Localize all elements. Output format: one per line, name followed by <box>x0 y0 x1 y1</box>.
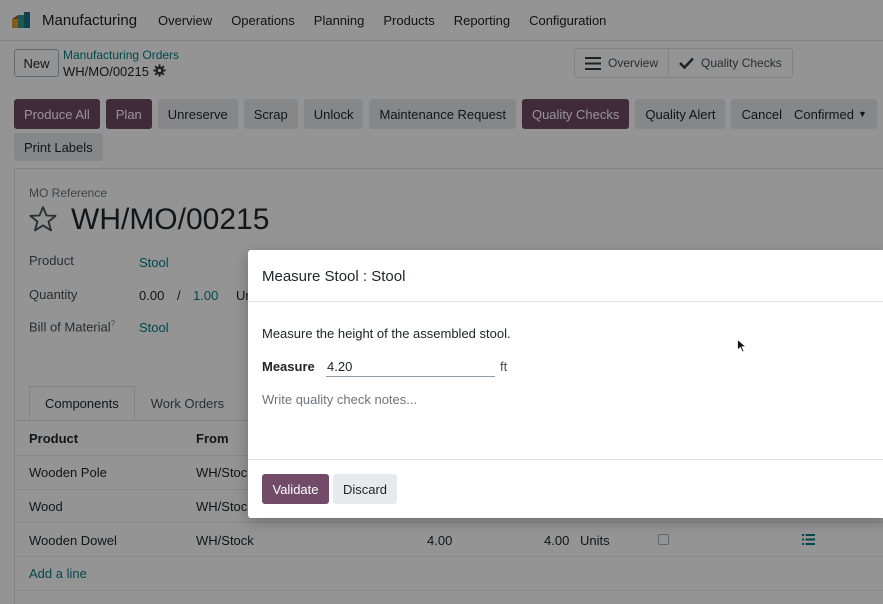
validate-button[interactable]: Validate <box>262 474 329 504</box>
dialog-title: Measure Stool : Stool <box>262 268 406 285</box>
discard-button[interactable]: Discard <box>333 474 397 504</box>
dialog-footer-divider <box>248 459 883 460</box>
dialog-header-divider <box>248 301 883 302</box>
quality-check-dialog: Measure Stool : Stool Measure the height… <box>248 250 883 518</box>
measure-input[interactable] <box>326 357 495 377</box>
measure-unit: ft <box>500 359 508 374</box>
mouse-cursor-icon <box>737 339 747 353</box>
notes-field[interactable]: Write quality check notes... <box>262 392 417 407</box>
measure-label: Measure <box>262 359 315 374</box>
dialog-instruction: Measure the height of the assembled stoo… <box>262 326 511 341</box>
